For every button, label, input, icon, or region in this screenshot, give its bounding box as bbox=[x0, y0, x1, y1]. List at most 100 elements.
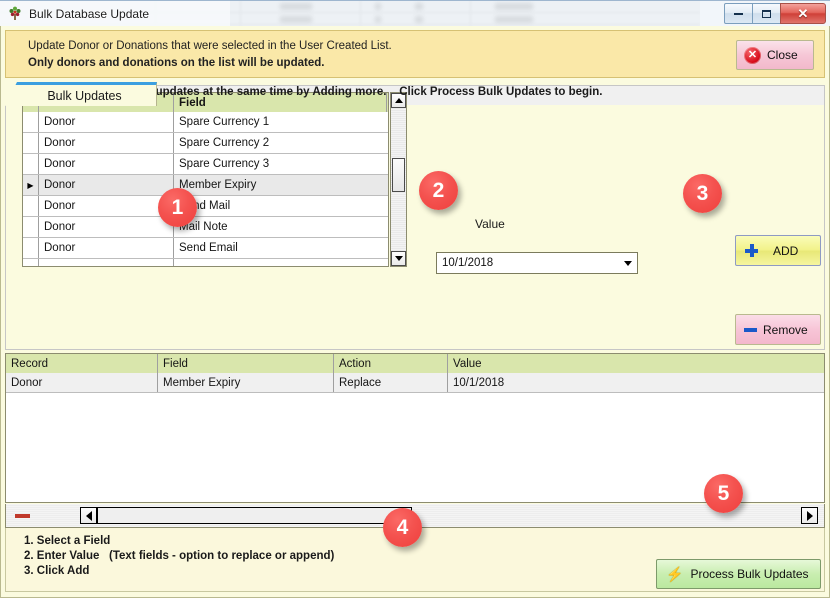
callout-badge-5: 5 bbox=[704, 474, 743, 513]
cell-field: Member Expiry bbox=[158, 373, 334, 392]
hscroll-thumb[interactable] bbox=[97, 507, 412, 524]
instruction-step-1: 1. Select a Field bbox=[24, 535, 111, 547]
process-bulk-updates-button[interactable]: ⚡ Process Bulk Updates bbox=[656, 559, 821, 589]
titlebar-title-area: Bulk Database Update bbox=[0, 1, 230, 27]
cell-field: Member Expiry bbox=[179, 179, 257, 191]
table-row[interactable]: Donor Spare Currency 3 bbox=[23, 154, 388, 175]
banner-line-2: Only donors and donations on the list wi… bbox=[28, 57, 325, 69]
row-marker bbox=[23, 196, 39, 216]
process-bulk-updates-label: Process Bulk Updates bbox=[690, 567, 809, 581]
x-circle-icon: ✕ bbox=[744, 46, 761, 64]
row-marker bbox=[23, 112, 39, 132]
cell-action: Replace bbox=[334, 373, 448, 392]
chevron-down-icon[interactable] bbox=[619, 260, 637, 266]
cell-field: Spare Currency 1 bbox=[179, 116, 270, 128]
window-controls: ✕ bbox=[724, 3, 826, 24]
row-marker bbox=[23, 217, 39, 237]
table-row[interactable]: Donor Mail Note bbox=[23, 217, 388, 238]
triangle-left-icon bbox=[85, 510, 92, 521]
remove-button[interactable]: Remove bbox=[735, 314, 821, 345]
cell-field: Spare Currency 2 bbox=[179, 137, 270, 149]
plant-icon bbox=[7, 6, 23, 22]
info-banner: Update Donor or Donations that were sele… bbox=[5, 30, 825, 78]
cell-field: Send Email bbox=[179, 242, 238, 254]
instruction-step-3: 3. Click Add bbox=[24, 565, 90, 577]
banner-text: Update Donor or Donations that were sele… bbox=[28, 38, 392, 72]
triangle-up-icon bbox=[394, 98, 403, 103]
table-row[interactable]: Donor Send Email bbox=[23, 238, 388, 259]
hscroll-right-button[interactable] bbox=[801, 507, 818, 524]
plus-icon bbox=[745, 244, 758, 257]
lightning-bolt-icon: ⚡ bbox=[666, 566, 684, 582]
maximize-button[interactable] bbox=[752, 3, 781, 24]
triangle-down-icon bbox=[394, 256, 403, 261]
cell-table: Donor bbox=[39, 217, 174, 237]
instructions-list: 1. Select a Field 2. Enter Value (Text f… bbox=[24, 534, 334, 579]
remove-button-label: Remove bbox=[763, 322, 808, 337]
field-grid-vertical-scrollbar[interactable] bbox=[390, 92, 407, 267]
field-grid-body: Donor Spare Currency 1 Donor Spare Curre… bbox=[23, 112, 388, 266]
table-row[interactable]: Donor Member Expiry Replace 10/1/2018 bbox=[6, 373, 824, 393]
results-header-field: Field bbox=[158, 354, 334, 373]
scrollbar-thumb[interactable] bbox=[392, 158, 405, 192]
instruction-step-2: 2. Enter Value (Text fields - option to … bbox=[24, 550, 335, 562]
close-button-label: Close bbox=[767, 48, 798, 62]
minimize-icon bbox=[734, 12, 743, 15]
callout-badge-1: 1 bbox=[158, 188, 197, 227]
bulk-database-update-window: Bulk Database Update ✕ Update Donor or D… bbox=[0, 0, 830, 598]
row-marker bbox=[23, 154, 39, 174]
callout-badge-2: 2 bbox=[419, 171, 458, 210]
pending-updates-grid[interactable]: Record Field Action Value Donor Member E… bbox=[5, 353, 825, 503]
triangle-right-icon bbox=[806, 510, 813, 521]
cell-field: Spare Currency 3 bbox=[179, 158, 270, 170]
results-header-value: Value bbox=[453, 357, 482, 370]
window-titlebar[interactable]: Bulk Database Update ✕ bbox=[0, 0, 830, 27]
minimize-button[interactable] bbox=[724, 3, 753, 24]
cell-table: Donor bbox=[39, 196, 174, 216]
window-title: Bulk Database Update bbox=[29, 7, 150, 21]
row-marker-current: ▶ bbox=[23, 175, 39, 195]
close-icon: ✕ bbox=[797, 6, 809, 21]
cell-table: Donor bbox=[39, 238, 174, 258]
cell-table bbox=[39, 259, 174, 266]
table-row-selected[interactable]: ▶ Donor Member Expiry bbox=[23, 175, 388, 196]
row-marker bbox=[23, 238, 39, 258]
results-header-action: Action bbox=[334, 354, 448, 373]
callout-badge-3: 3 bbox=[683, 174, 722, 213]
scroll-down-button[interactable] bbox=[391, 251, 406, 266]
banner-line-1: Update Donor or Donations that were sele… bbox=[28, 40, 392, 52]
table-row[interactable]: Donor Send Mail bbox=[23, 196, 388, 217]
cell-value: 10/1/2018 bbox=[453, 376, 505, 389]
cell-field: Mail Note bbox=[179, 221, 228, 233]
field-selection-grid[interactable]: Table Field Donor Spare Currency 1 Donor… bbox=[22, 92, 389, 267]
cell-record: Donor bbox=[6, 373, 158, 392]
callout-badge-4: 4 bbox=[383, 508, 422, 547]
maximize-icon bbox=[762, 9, 771, 18]
tab-bulk-updates[interactable]: Bulk Updates bbox=[5, 82, 157, 106]
add-button[interactable]: ADD bbox=[735, 235, 821, 266]
cell-table: Donor bbox=[39, 154, 174, 174]
close-button[interactable]: ✕ Close bbox=[736, 40, 814, 70]
window-close-button[interactable]: ✕ bbox=[780, 3, 826, 24]
add-button-label: ADD bbox=[773, 243, 799, 258]
results-grid-body: Donor Member Expiry Replace 10/1/2018 bbox=[6, 373, 824, 393]
results-header-record: Record bbox=[6, 354, 158, 373]
cell-field: Send Mail bbox=[179, 200, 231, 212]
value-combobox-value: 10/1/2018 bbox=[442, 257, 494, 269]
value-label: Value bbox=[475, 217, 505, 231]
hscroll-left-button[interactable] bbox=[80, 507, 97, 524]
cell-table: Donor bbox=[39, 112, 174, 132]
row-marker bbox=[23, 259, 39, 266]
cell-table: Donor bbox=[39, 133, 174, 153]
cell-table: Donor bbox=[39, 175, 174, 195]
table-row[interactable]: Donor Spare Currency 2 bbox=[23, 133, 388, 154]
results-grid-header: Record Field Action Value bbox=[6, 354, 824, 373]
cell-field bbox=[174, 259, 387, 266]
tab-bulk-updates-label: Bulk Updates bbox=[47, 88, 122, 103]
table-row[interactable] bbox=[23, 259, 388, 266]
minus-icon bbox=[744, 327, 757, 332]
delete-row-marker-icon[interactable] bbox=[15, 513, 30, 518]
row-marker bbox=[23, 133, 39, 153]
table-row[interactable]: Donor Spare Currency 1 bbox=[23, 112, 388, 133]
value-combobox[interactable]: 10/1/2018 bbox=[436, 252, 638, 274]
